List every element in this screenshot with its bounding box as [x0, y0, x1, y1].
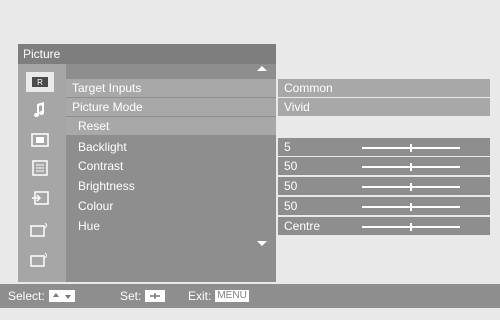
- exit-hint: Exit: MENU: [188, 284, 249, 308]
- contrast-label[interactable]: Contrast: [66, 157, 276, 175]
- preset-a-icon[interactable]: [26, 220, 54, 240]
- enter-key-icon: [145, 290, 166, 302]
- target-inputs-label[interactable]: Target Inputs: [66, 79, 276, 97]
- colour-slider[interactable]: [362, 203, 460, 211]
- colour-label[interactable]: Colour: [66, 197, 276, 215]
- scroll-up-icon[interactable]: [257, 66, 267, 71]
- select-label: Select:: [8, 289, 45, 303]
- set-hint: Set:: [120, 284, 166, 308]
- brightness-slider[interactable]: [362, 183, 460, 191]
- settings-icon[interactable]: [26, 158, 54, 178]
- scroll-down-icon[interactable]: [257, 241, 267, 246]
- up-down-keys-icon: [48, 290, 75, 302]
- contrast-slider[interactable]: [362, 163, 460, 171]
- picture-mode-label[interactable]: Picture Mode: [66, 98, 276, 116]
- sound-icon[interactable]: [26, 100, 54, 120]
- slider-thumb[interactable]: [410, 223, 412, 231]
- preset-b-icon[interactable]: [26, 250, 54, 270]
- select-hint: Select:: [8, 284, 75, 308]
- set-label: Set:: [120, 289, 142, 303]
- slider-thumb[interactable]: [410, 183, 412, 191]
- picture-mode-icon[interactable]: R: [26, 72, 54, 92]
- reset-label[interactable]: Reset: [66, 117, 276, 135]
- exit-label: Exit:: [188, 289, 212, 303]
- brightness-label[interactable]: Brightness: [66, 177, 276, 195]
- slider-thumb[interactable]: [410, 163, 412, 171]
- backlight-label[interactable]: Backlight: [66, 138, 276, 156]
- hue-slider[interactable]: [362, 223, 460, 231]
- target-inputs-value[interactable]: Common: [278, 79, 490, 97]
- svg-text:R: R: [37, 78, 43, 87]
- tv-menu-screen: Picture R Target Inputs Common Picture M…: [0, 0, 500, 320]
- input-icon[interactable]: [26, 188, 54, 208]
- menu-key: MENU: [215, 290, 249, 302]
- menu-title: Picture: [18, 44, 276, 64]
- screen-icon[interactable]: [26, 130, 54, 150]
- picture-mode-value[interactable]: Vivid: [278, 98, 490, 116]
- category-sidebar: R: [18, 64, 66, 282]
- backlight-slider[interactable]: [362, 144, 460, 152]
- hue-label[interactable]: Hue: [66, 217, 276, 235]
- slider-thumb[interactable]: [410, 203, 412, 211]
- footer-bar: Select: Set: Exit: MENU: [0, 284, 500, 308]
- slider-thumb[interactable]: [410, 144, 412, 152]
